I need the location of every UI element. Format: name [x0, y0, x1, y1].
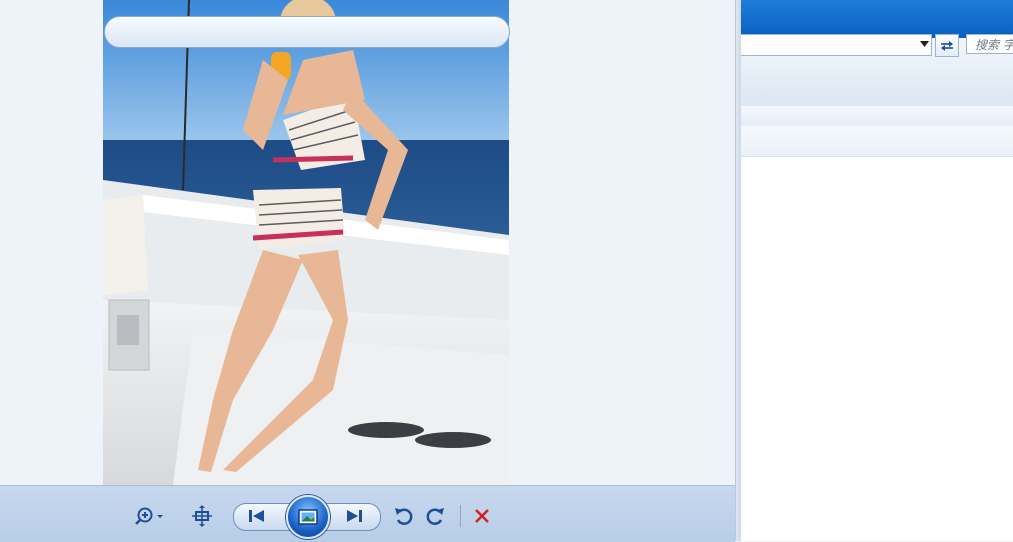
- photo-display: [103, 0, 509, 485]
- photo-viewer: [0, 0, 735, 542]
- title-bar: [741, 0, 1013, 38]
- column-header: [741, 126, 1013, 157]
- delete-button[interactable]: [466, 502, 498, 530]
- address-dropdown-button[interactable]: [917, 37, 931, 51]
- rotate-counterclockwise-icon: [395, 508, 413, 525]
- rotate-clockwise-icon: [426, 508, 444, 525]
- previous-button[interactable]: [241, 502, 273, 530]
- previous-icon: [249, 510, 264, 522]
- rotate-clockwise-button[interactable]: [420, 502, 452, 530]
- refresh-button[interactable]: [935, 34, 959, 57]
- chevron-down-icon: [919, 41, 929, 47]
- toolbar-pill: [104, 16, 510, 48]
- toolbar-separator: [460, 505, 461, 527]
- command-bar: [741, 106, 1013, 127]
- next-button[interactable]: [338, 502, 370, 530]
- rotate-counterclockwise-button[interactable]: [387, 502, 419, 530]
- photo-image: [103, 0, 509, 485]
- actual-size-icon: [192, 505, 212, 527]
- delete-icon: [475, 509, 489, 523]
- file-list: [741, 157, 1013, 541]
- actual-size-button[interactable]: [186, 502, 218, 530]
- slideshow-icon: [298, 509, 318, 525]
- search-input[interactable]: 搜索 字: [966, 34, 1013, 54]
- slideshow-button[interactable]: [286, 495, 330, 539]
- refresh-icon: [941, 40, 953, 51]
- explorer-window: 搜索 字: [741, 0, 1013, 541]
- zoom-button[interactable]: [132, 502, 166, 530]
- zoom-in-icon: [135, 507, 163, 525]
- next-icon: [347, 510, 362, 522]
- address-bar[interactable]: [741, 34, 932, 56]
